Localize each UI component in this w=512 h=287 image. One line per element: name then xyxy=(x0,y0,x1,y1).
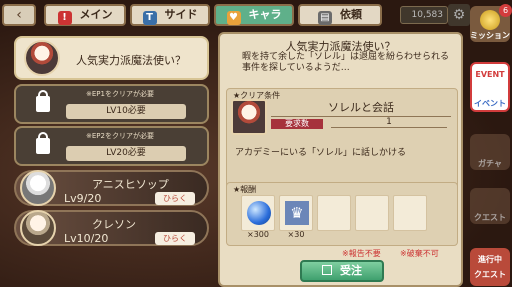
level-requirement: LV20必要 xyxy=(66,146,186,161)
lock-note: ※EP1をクリアが必要 xyxy=(86,90,154,98)
character-avatar xyxy=(20,210,56,246)
warning-no-report: ※報告不要 xyxy=(342,249,381,258)
inprogress-label-2: クエスト xyxy=(474,270,506,279)
side-icon: T xyxy=(142,11,157,25)
inprogress-label-1: 進行中 xyxy=(478,255,502,264)
quest-label: クエスト xyxy=(474,213,506,222)
quest-item-active[interactable]: 人気実力派魔法使い？ xyxy=(14,36,209,80)
inprogress-quest-button[interactable]: 進行中 クエスト xyxy=(470,248,510,286)
gacha-label: ガチャ xyxy=(478,159,502,168)
requirement-value: 1 xyxy=(331,117,447,128)
lock-icon xyxy=(36,90,50,112)
tab-request[interactable]: ▤ 依頼 xyxy=(298,4,382,26)
character-avatar xyxy=(24,40,60,76)
top-bar: ‹ ! メイン T サイド ♥ キャラ ▤ 依頼 10,583 ⚙ xyxy=(0,0,470,30)
settings-icon[interactable]: ⚙ xyxy=(448,4,470,26)
mission-button[interactable]: 6 ミッション xyxy=(470,4,512,42)
warning-no-discard: ※破棄不可 xyxy=(400,249,439,258)
event-label: イベント xyxy=(474,99,506,108)
reward-slot-empty xyxy=(317,195,351,231)
clear-target: ソレルと会話 xyxy=(271,99,451,117)
reward-section: ★報酬 ×300 ♛ ×30 xyxy=(226,182,458,246)
mission-label: ミッション xyxy=(470,31,510,40)
tab-character-label: キャラ xyxy=(248,8,282,21)
crown-icon: ♛ xyxy=(285,201,309,225)
reward-count: ×30 xyxy=(287,230,305,239)
event-tag: EVENT xyxy=(475,70,505,79)
detail-description: 暇を持て余した「ソレル」は退屈を紛らわせられる事件を探しているようだ… xyxy=(242,52,450,73)
currency-gauge: 10,583 xyxy=(400,6,448,24)
event-button[interactable]: EVENT イベント xyxy=(470,62,510,112)
quest-item-locked-1[interactable]: ※EP1をクリアが必要 LV10必要 xyxy=(14,84,209,124)
tab-main[interactable]: ! メイン xyxy=(44,4,126,26)
character-level: Lv10/20 xyxy=(64,232,109,245)
heart-icon: ♥ xyxy=(226,11,241,25)
open-button[interactable]: ひらく xyxy=(155,192,195,205)
accept-label: 受注 xyxy=(340,264,362,277)
reward-count: ×300 xyxy=(247,230,269,239)
mission-medal-icon xyxy=(480,10,500,30)
character-avatar xyxy=(20,170,56,206)
reward-slot-empty xyxy=(393,195,427,231)
character-row-cresson[interactable]: クレソン Lv10/20 ひらく xyxy=(14,210,209,246)
quest-item-locked-2[interactable]: ※EP2をクリアが必要 LV20必要 xyxy=(14,126,209,166)
character-name: クレソン xyxy=(92,218,136,231)
requirement-label: 要求数 xyxy=(271,119,323,129)
blue-orb-icon xyxy=(247,201,271,225)
open-button[interactable]: ひらく xyxy=(155,232,195,245)
reward-label: ★報酬 xyxy=(233,185,257,194)
tab-side-label: サイド xyxy=(164,8,198,21)
target-avatar xyxy=(231,99,267,135)
lock-note: ※EP2をクリアが必要 xyxy=(86,132,154,140)
level-requirement: LV10必要 xyxy=(66,104,186,119)
back-button[interactable]: ‹ xyxy=(2,4,36,26)
quest-title: 人気実力派魔法使い？ xyxy=(76,54,186,67)
reward-label-text: 報酬 xyxy=(240,185,257,194)
character-row-anise[interactable]: アニスヒソップ Lv9/20 ひらく xyxy=(14,170,209,206)
request-icon: ▤ xyxy=(318,11,332,25)
tab-main-label: メイン xyxy=(79,8,113,21)
character-name: アニスヒソップ xyxy=(92,178,169,191)
mission-badge: 6 xyxy=(499,4,512,17)
accept-icon xyxy=(322,265,332,275)
lock-icon xyxy=(36,132,50,154)
tab-side[interactable]: T サイド xyxy=(130,4,210,26)
clear-description: アカデミーにいる「ソレル」に話しかける xyxy=(235,148,407,158)
reward-slot[interactable]: ×300 xyxy=(241,195,275,239)
gacha-button[interactable]: ガチャ xyxy=(470,134,510,170)
reward-slot-empty xyxy=(355,195,389,231)
tab-character[interactable]: ♥ キャラ xyxy=(214,4,294,26)
tab-request-label: 依頼 xyxy=(340,8,362,21)
exclamation-icon: ! xyxy=(57,11,72,25)
character-level: Lv9/20 xyxy=(64,192,102,205)
quest-detail-panel: 人気実力派魔法使い？ 暇を持て余した「ソレル」は退屈を紛らわせられる事件を探して… xyxy=(218,32,463,287)
quest-button[interactable]: クエスト xyxy=(470,188,510,224)
back-arrow-icon: ‹ xyxy=(16,7,22,23)
reward-slot[interactable]: ♛ ×30 xyxy=(279,195,313,239)
accept-button[interactable]: 受注 xyxy=(300,260,384,282)
